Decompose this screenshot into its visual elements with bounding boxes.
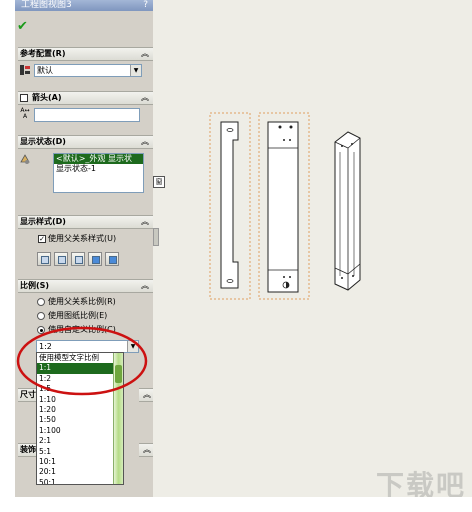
hidden-lines-removed-button[interactable] — [71, 252, 85, 266]
section-cosmetic-collapse[interactable]: ︽ — [139, 443, 153, 457]
panel-title-bar: 工程图视图3 ? — [15, 0, 153, 11]
section-title: 尺寸 — [20, 390, 36, 399]
collapse-icon[interactable]: ︽ — [143, 444, 151, 456]
dropdown-item[interactable]: 20:1 — [37, 467, 113, 477]
app-window: 工程图视图3 ? ✔ 参考配置(R) ︽ 默认 ▼ 箭头(A) ︽ A↔ A 显示… — [0, 0, 472, 512]
radio-custom-scale-label: 使用自定义比例(C) — [48, 325, 116, 334]
section-cosmetic-header[interactable]: 装饰 — [18, 443, 36, 457]
dropdown-scroll-thumb[interactable] — [115, 365, 122, 383]
chevron-down-icon[interactable]: ▼ — [130, 65, 141, 76]
section-title: 显示状态(D) — [20, 137, 66, 146]
section-display-state-header[interactable]: 显示状态(D) ︽ — [18, 135, 153, 149]
collapse-icon[interactable]: ︽ — [143, 389, 151, 401]
scale-dropdown-items: 使用模型文字比例 1:1 1:2 1:5 1:10 1:20 1:50 1:100 2:1 5:1… — [37, 353, 113, 484]
bottom-margin — [0, 497, 472, 512]
dropdown-item[interactable]: 使用模型文字比例 — [37, 353, 113, 363]
help-icon[interactable]: ? — [143, 0, 148, 11]
dropdown-item[interactable]: 1:10 — [37, 395, 113, 405]
section-arrow-header[interactable]: 箭头(A) ︽ — [18, 91, 153, 105]
panel-title: 工程图视图3 — [21, 0, 72, 10]
chevron-down-icon[interactable]: ▼ — [127, 341, 138, 352]
shaded-button[interactable] — [105, 252, 119, 266]
section-scale-header[interactable]: 比例(S) ︽ — [18, 279, 153, 293]
section-dimension-header[interactable]: 尺寸 — [18, 388, 36, 402]
dropdown-item[interactable]: 1:50 — [37, 415, 113, 425]
dropdown-item[interactable]: 50:1 — [37, 478, 113, 484]
wireframe-style-button[interactable] — [37, 252, 51, 266]
arrow-label-input[interactable] — [34, 108, 140, 122]
section-dimension-collapse[interactable]: ︽ — [139, 388, 153, 402]
use-parent-style-label: 使用父关系样式(U) — [48, 234, 117, 243]
confirm-check-icon[interactable]: ✔ — [17, 20, 28, 33]
collapse-icon[interactable]: ︽ — [141, 48, 149, 60]
radio-parent-scale[interactable] — [37, 298, 45, 306]
section-reference-config-header[interactable]: 参考配置(R) ︽ — [18, 47, 153, 61]
arrow-checkbox[interactable] — [20, 94, 28, 102]
section-title: 显示样式(D) — [20, 217, 66, 226]
shaded-with-edges-button[interactable] — [88, 252, 102, 266]
radio-sheet-scale[interactable] — [37, 312, 45, 320]
reference-config-select[interactable]: 默认 ▼ — [34, 64, 142, 77]
dropdown-item[interactable]: 5:1 — [37, 447, 113, 457]
display-state-list[interactable]: <默认>_外观 显示状 显示状态-1 — [53, 153, 144, 193]
section-title: 参考配置(R) — [20, 49, 66, 58]
dropdown-item[interactable]: 2:1 — [37, 436, 113, 446]
collapse-icon[interactable]: ︽ — [141, 216, 149, 228]
radio-sheet-scale-label: 使用图纸比例(E) — [48, 311, 108, 320]
dropdown-item[interactable]: 1:20 — [37, 405, 113, 415]
drawing-canvas[interactable] — [153, 0, 472, 497]
reference-config-value: 默认 — [37, 66, 53, 75]
view-side-profile — [220, 121, 239, 289]
use-parent-style-checkbox[interactable]: ✓ — [38, 235, 46, 243]
section-display-style-header[interactable]: 显示样式(D) ︽ — [18, 215, 153, 229]
section-title: 箭头(A) — [32, 93, 62, 102]
scale-dropdown-list[interactable]: 使用模型文字比例 1:1 1:2 1:5 1:10 1:20 1:50 1:100 2:1 5:1… — [36, 352, 124, 485]
view-isometric — [334, 131, 361, 291]
collapse-icon[interactable]: ︽ — [141, 136, 149, 148]
display-state-icon — [19, 153, 31, 165]
section-title: 比例(S) — [20, 281, 50, 290]
hidden-lines-visible-button[interactable] — [54, 252, 68, 266]
dropdown-item[interactable]: 1:100 — [37, 426, 113, 436]
custom-scale-value: 1:2 — [39, 342, 52, 351]
collapse-icon[interactable]: ︽ — [141, 280, 149, 292]
collapse-icon[interactable]: ︽ — [141, 92, 149, 104]
drawing-views — [209, 112, 361, 300]
dropdown-item[interactable]: 1:2 — [37, 374, 113, 384]
radio-custom-scale[interactable] — [37, 326, 45, 334]
section-title: 装饰 — [20, 445, 36, 454]
view-front-profile — [267, 121, 299, 293]
configuration-icon — [19, 64, 31, 76]
radio-parent-scale-label: 使用父关系比例(R) — [48, 297, 116, 306]
panel-splitter-handle[interactable] — [153, 228, 159, 246]
dropdown-item[interactable]: 1:1 — [37, 363, 113, 374]
list-item[interactable]: <默认>_外观 显示状 — [54, 154, 143, 164]
label-icon: A↔ A — [20, 107, 30, 120]
dropdown-item[interactable]: 10:1 — [37, 457, 113, 467]
dropdown-item[interactable]: 1:5 — [37, 384, 113, 394]
dropdown-scrollbar[interactable] — [113, 353, 123, 484]
list-item[interactable]: 显示状态-1 — [54, 164, 143, 174]
canvas-side-tab[interactable]: 窗 — [153, 176, 165, 188]
